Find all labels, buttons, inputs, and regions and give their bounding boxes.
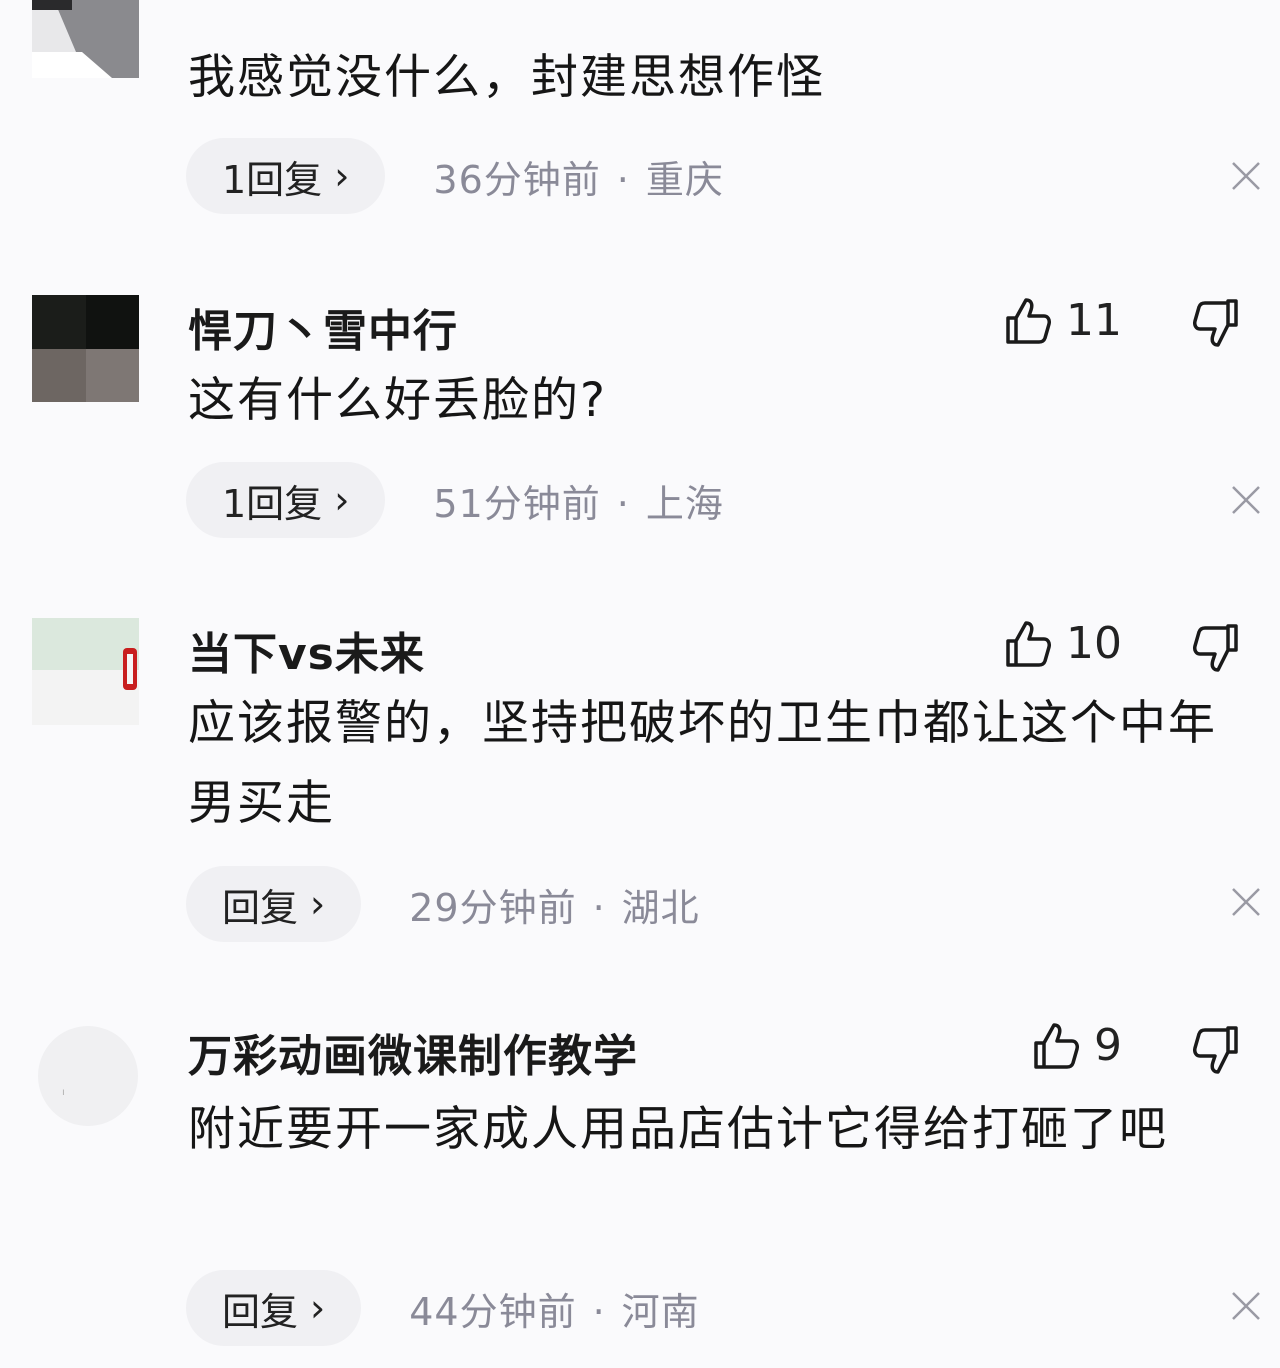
comment-location: 河南 bbox=[621, 1289, 700, 1334]
separator: · bbox=[616, 157, 630, 202]
like-button[interactable]: 11 bbox=[1002, 295, 1122, 346]
reply-button[interactable]: 1回复 › bbox=[186, 138, 386, 214]
comment-meta: 回复 › 29分钟前 · 湖北 bbox=[186, 866, 700, 942]
separator: · bbox=[592, 885, 606, 930]
chevron-right-icon: › bbox=[310, 882, 326, 926]
separator: · bbox=[616, 481, 630, 526]
thumbs-up-icon bbox=[1006, 620, 1051, 667]
close-icon[interactable] bbox=[1230, 886, 1262, 918]
comment-location: 湖北 bbox=[621, 885, 700, 930]
avatar[interactable]: ı bbox=[32, 1020, 139, 1127]
comment-text: 应该报警的，坚持把破坏的卫生巾都让这个中年男买走 bbox=[188, 696, 1217, 831]
comment-time: 29分钟前 bbox=[409, 885, 577, 930]
reply-button[interactable]: 回复 › bbox=[186, 866, 362, 942]
close-icon[interactable] bbox=[1230, 1290, 1262, 1322]
svg-text:ı: ı bbox=[62, 1087, 65, 1098]
reply-label: 回复 bbox=[222, 885, 299, 930]
like-count: 10 bbox=[1066, 618, 1122, 669]
like-button[interactable]: 10 bbox=[1002, 618, 1122, 669]
comment-info: 44分钟前 · 河南 bbox=[409, 1281, 699, 1336]
avatar[interactable] bbox=[32, 618, 139, 725]
close-icon[interactable] bbox=[1230, 160, 1262, 192]
reply-label: 1回复 bbox=[222, 157, 323, 202]
comment-text: 这有什么好丢脸的? bbox=[188, 373, 607, 428]
like-button[interactable]: 9 bbox=[1030, 1020, 1122, 1071]
avatar[interactable] bbox=[32, 295, 139, 402]
reply-button[interactable]: 1回复 › bbox=[186, 462, 386, 538]
close-icon[interactable] bbox=[1230, 484, 1262, 516]
comment-item: ı 万彩动画微课制作教学 9 附近要开一家成人用品店估计它得给打砸了吧 回复 ›… bbox=[0, 1020, 1280, 1360]
thumbs-up-icon bbox=[1006, 297, 1051, 344]
like-count: 11 bbox=[1066, 295, 1122, 346]
comment-time: 36分钟前 bbox=[433, 157, 601, 202]
reply-label: 回复 bbox=[222, 1289, 299, 1334]
comment-location: 上海 bbox=[645, 481, 724, 526]
comment-item: 悍刀丶雪中行 11 这有什么好丢脸的? 1回复 › 51分钟前 · 上海 bbox=[0, 295, 1280, 555]
thumbs-down-icon[interactable] bbox=[1190, 622, 1242, 674]
comment-info: 51分钟前 · 上海 bbox=[433, 473, 723, 528]
comment-item: 我感觉没什么，封建思想作怪 1回复 › 36分钟前 · 重庆 bbox=[0, 0, 1280, 250]
username[interactable]: 悍刀丶雪中行 bbox=[188, 295, 458, 359]
avatar[interactable] bbox=[32, 0, 139, 78]
reply-label: 1回复 bbox=[222, 481, 323, 526]
comment-meta: 1回复 › 51分钟前 · 上海 bbox=[186, 462, 724, 538]
username[interactable]: 当下vs未来 bbox=[188, 618, 425, 682]
comment-meta: 回复 › 44分钟前 · 河南 bbox=[186, 1270, 700, 1346]
separator: · bbox=[592, 1289, 606, 1334]
reply-button[interactable]: 回复 › bbox=[186, 1270, 362, 1346]
comment-info: 29分钟前 · 湖北 bbox=[409, 877, 699, 932]
comment-info: 36分钟前 · 重庆 bbox=[433, 149, 723, 204]
chevron-right-icon: › bbox=[334, 478, 350, 522]
username[interactable]: 万彩动画微课制作教学 bbox=[188, 1020, 638, 1084]
comment-location: 重庆 bbox=[645, 157, 724, 202]
chevron-right-icon: › bbox=[334, 154, 350, 198]
comment-text: 我感觉没什么，封建思想作怪 bbox=[188, 50, 825, 105]
thumbs-down-icon[interactable] bbox=[1190, 297, 1242, 349]
comment-item: 当下vs未来 10 应该报警的，坚持把破坏的卫生巾都让这个中年男买走 回复 › … bbox=[0, 618, 1280, 958]
comment-meta: 1回复 › 36分钟前 · 重庆 bbox=[186, 138, 724, 214]
comment-time: 44分钟前 bbox=[409, 1289, 577, 1334]
comment-time: 51分钟前 bbox=[433, 481, 601, 526]
thumbs-up-icon bbox=[1034, 1022, 1079, 1069]
like-count: 9 bbox=[1094, 1020, 1122, 1071]
comment-text: 附近要开一家成人用品店估计它得给打砸了吧 bbox=[188, 1102, 1168, 1157]
chevron-right-icon: › bbox=[310, 1286, 326, 1330]
thumbs-down-icon[interactable] bbox=[1190, 1024, 1242, 1076]
